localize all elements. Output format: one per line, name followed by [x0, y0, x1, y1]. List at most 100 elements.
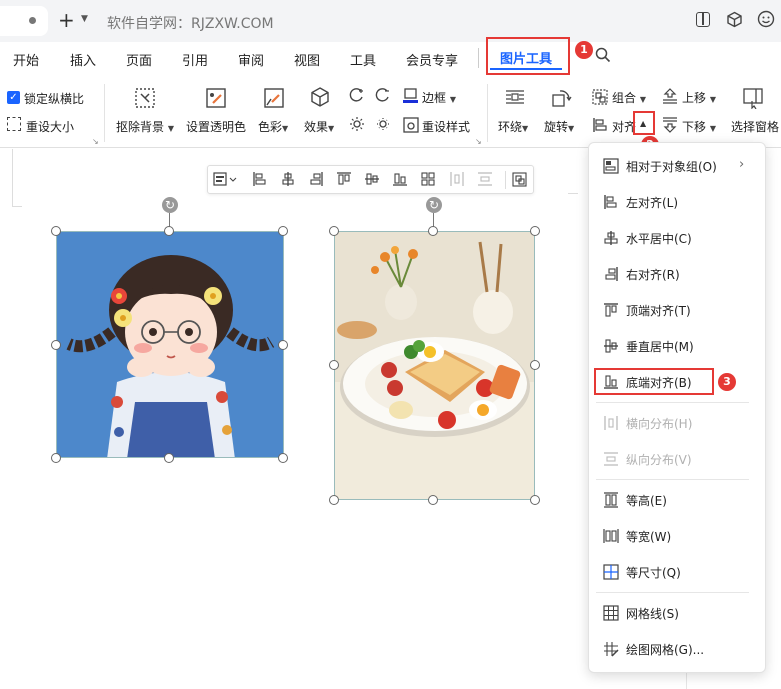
set-transparent-button[interactable]: 设置透明色	[186, 118, 246, 135]
contrast-down-icon[interactable]	[375, 88, 391, 107]
resize-handle[interactable]	[51, 340, 61, 350]
menu-item-same-height[interactable]: 等高(E)	[626, 492, 667, 509]
menu-item-align-left[interactable]: 左对齐(L)	[626, 194, 678, 211]
cube-icon[interactable]	[726, 11, 743, 31]
menu-item-align-top[interactable]: 顶端对齐(T)	[626, 302, 691, 319]
menu-item-align-right[interactable]: 右对齐(R)	[626, 266, 680, 283]
toolbar-divider	[505, 171, 506, 189]
resize-handle[interactable]	[278, 340, 288, 350]
selection-pane-button[interactable]: 选择窗格	[731, 118, 779, 135]
send-backward-button[interactable]: 下移 ▼	[682, 118, 716, 135]
brightness-down-icon[interactable]	[375, 116, 391, 135]
resize-handle[interactable]	[51, 453, 61, 463]
food-illustration-image[interactable]	[334, 231, 535, 500]
resize-icon	[7, 117, 21, 131]
color-button[interactable]: 色彩▼	[258, 118, 288, 135]
remove-background-button[interactable]: 抠除背景 ▼	[116, 118, 174, 135]
menu-start[interactable]: 开始	[13, 50, 39, 69]
rotate-button[interactable]: 旋转▼	[544, 118, 574, 135]
align-left-icon[interactable]	[253, 172, 267, 189]
grid-distribute-icon[interactable]	[421, 172, 435, 189]
resize-handle[interactable]	[329, 495, 339, 505]
align-middle-icon[interactable]	[365, 172, 379, 189]
resize-handle[interactable]	[329, 226, 339, 236]
group-launcher-icon[interactable]: ↘	[475, 137, 482, 146]
wrap-button[interactable]: 环绕▼	[498, 118, 528, 135]
group-launcher-icon[interactable]: ↘	[92, 137, 99, 146]
girl-illustration-image[interactable]	[56, 231, 284, 458]
reset-style-button[interactable]: 重设样式	[422, 118, 470, 135]
chevron-down-icon: ▼	[522, 124, 529, 133]
menu-item-gridlines[interactable]: 网格线(S)	[626, 605, 679, 622]
border-button[interactable]: 边框 ▼	[422, 89, 456, 106]
menu-item-align-middle[interactable]: 垂直居中(M)	[626, 338, 694, 355]
bring-forward-icon	[662, 88, 678, 107]
menu-review[interactable]: 审阅	[238, 50, 264, 69]
resize-handle[interactable]	[329, 360, 339, 370]
lock-ratio-label: 锁定纵横比	[24, 92, 85, 106]
tab-list-chevron-icon[interactable]: ▼	[81, 14, 88, 24]
chevron-up-icon: ▲	[640, 119, 647, 128]
align-bottom-icon	[603, 374, 619, 390]
menu-divider	[478, 48, 479, 68]
menu-tools[interactable]: 工具	[350, 50, 376, 69]
resize-handle[interactable]	[428, 226, 438, 236]
group-button[interactable]: 组合 ▼	[612, 89, 646, 106]
chevron-down-icon: ▼	[282, 124, 289, 133]
align-options-icon[interactable]	[213, 172, 237, 189]
highlight-box-picture-tools	[486, 37, 570, 75]
align-dropdown-toggle[interactable]: ▲	[633, 111, 655, 135]
menu-view[interactable]: 视图	[294, 50, 320, 69]
resize-handle[interactable]	[530, 360, 540, 370]
reading-mode-icon[interactable]	[696, 12, 710, 27]
resize-handle[interactable]	[428, 495, 438, 505]
resize-handle[interactable]	[278, 453, 288, 463]
bring-forward-button[interactable]: 上移 ▼	[682, 89, 716, 106]
resize-handle[interactable]	[51, 226, 61, 236]
ribbon	[0, 76, 781, 148]
window-title: 软件自学网：RJZXW.COM	[107, 16, 274, 32]
menu-page[interactable]: 页面	[126, 50, 152, 69]
align-top-icon[interactable]	[337, 172, 351, 189]
menu-item-relative-to-group[interactable]: 相对于对象组(O)	[626, 158, 717, 175]
reset-size-button[interactable]: 重设大小	[26, 118, 74, 135]
group-objects-icon[interactable]	[512, 172, 527, 190]
align-bottom-icon[interactable]	[393, 172, 407, 189]
menu-bar	[0, 42, 781, 76]
rotate-handle-icon[interactable]: ↻	[426, 197, 442, 213]
align-right-icon[interactable]	[309, 172, 323, 189]
chevron-down-icon: ▼	[568, 124, 575, 133]
menu-references[interactable]: 引用	[182, 50, 208, 69]
document-tab[interactable]	[0, 6, 48, 36]
ribbon-divider	[104, 84, 105, 142]
remove-background-icon	[134, 87, 156, 112]
menu-item-same-width[interactable]: 等宽(W)	[626, 528, 671, 545]
rotate-handle-icon[interactable]: ↻	[162, 197, 178, 213]
menu-membership[interactable]: 会员专享	[406, 50, 458, 69]
ribbon-divider	[487, 84, 488, 142]
menu-item-align-bottom[interactable]: 底端对齐(B)	[626, 374, 692, 391]
menu-item-drawing-grid[interactable]: 绘图网格(G)...	[626, 641, 704, 658]
resize-handle[interactable]	[278, 226, 288, 236]
align-center-icon[interactable]	[281, 172, 295, 189]
smiley-icon[interactable]	[757, 10, 775, 31]
new-tab-plus-icon[interactable]: +	[58, 8, 75, 32]
resize-handle[interactable]	[530, 495, 540, 505]
chevron-down-icon: ▼	[709, 124, 716, 133]
contrast-up-icon[interactable]	[349, 88, 365, 107]
search-icon[interactable]	[595, 47, 611, 66]
wrap-label: 环绕	[498, 120, 523, 134]
resize-handle[interactable]	[530, 226, 540, 236]
brightness-up-icon[interactable]	[349, 116, 365, 135]
drawing-grid-icon	[603, 641, 619, 657]
menu-item-same-size[interactable]: 等尺寸(Q)	[626, 564, 681, 581]
menu-item-align-center[interactable]: 水平居中(C)	[626, 230, 692, 247]
menu-insert[interactable]: 插入	[70, 50, 96, 69]
lock-ratio-checkbox[interactable]: ✓	[7, 91, 20, 104]
menu-item-distribute-vertical: 纵向分布(V)	[626, 453, 692, 467]
align-icon	[592, 117, 608, 136]
resize-handle[interactable]	[164, 453, 174, 463]
effect-button[interactable]: 效果▼	[304, 118, 334, 135]
resize-handle[interactable]	[164, 226, 174, 236]
chevron-down-icon: ▼	[167, 124, 174, 133]
